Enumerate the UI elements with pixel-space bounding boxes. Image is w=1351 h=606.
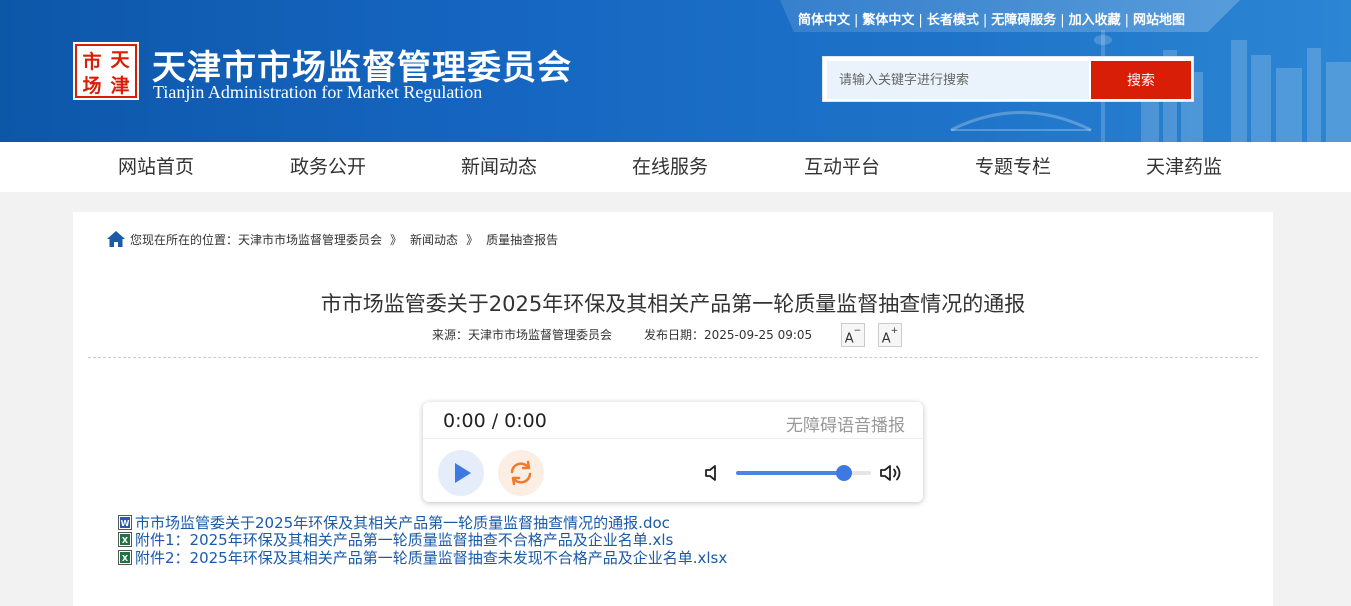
site-logo-seal[interactable]: 市 天 场 津 xyxy=(73,42,139,100)
nav-interaction[interactable]: 互动平台 xyxy=(804,142,880,192)
top-link-elder-mode[interactable]: 长者模式 xyxy=(927,13,979,28)
loop-button[interactable] xyxy=(498,450,544,496)
nav-home[interactable]: 网站首页 xyxy=(118,142,194,192)
word-file-icon: W xyxy=(118,515,132,530)
article-source: 来源：天津市市场监督管理委员会 xyxy=(432,328,613,342)
nav-gov-affairs[interactable]: 政务公开 xyxy=(290,142,366,192)
player-time: 0:00 / 0:00 xyxy=(443,410,547,432)
home-icon[interactable] xyxy=(106,230,126,248)
font-smaller-button[interactable]: A− xyxy=(841,323,865,347)
svg-text:津: 津 xyxy=(110,74,129,97)
search-box: 搜索 xyxy=(822,56,1194,102)
svg-text:X: X xyxy=(122,554,129,563)
player-label: 无障碍语音播报 xyxy=(786,416,905,436)
volume-high-icon[interactable] xyxy=(879,461,905,485)
top-link-simplified[interactable]: 简体中文 xyxy=(798,13,850,28)
svg-text:X: X xyxy=(122,536,129,545)
attachment-link-xlsx[interactable]: X 附件2：2025年环保及其相关产品第一轮质量监督抽查未发现不合格产品及企业名… xyxy=(118,547,727,568)
font-larger-button[interactable]: A+ xyxy=(878,323,902,347)
breadcrumb-item-news[interactable]: 新闻动态 xyxy=(410,231,458,248)
player-divider xyxy=(423,438,923,439)
article-date: 发布日期：2025-09-25 09:05 xyxy=(644,328,813,342)
breadcrumb-item-home[interactable]: 天津市市场监督管理委员会 xyxy=(238,231,382,248)
divider xyxy=(88,357,1258,358)
volume-fill xyxy=(736,471,844,475)
breadcrumb-separator: 》 xyxy=(390,232,403,247)
svg-text:天: 天 xyxy=(110,49,130,71)
play-icon xyxy=(455,463,471,483)
attachment-label: 附件2：2025年环保及其相关产品第一轮质量监督抽查未发现不合格产品及企业名单.… xyxy=(135,549,728,567)
top-link-traditional[interactable]: 繁体中文 xyxy=(862,13,914,28)
article-title: 市市场监管委关于2025年环保及其相关产品第一轮质量监督抽查情况的通报 xyxy=(320,292,1026,316)
breadcrumb-separator: 》 xyxy=(466,232,479,247)
svg-text:市: 市 xyxy=(82,50,101,73)
top-link-accessibility[interactable]: 无障碍服务 xyxy=(991,13,1056,28)
breadcrumb-item-quality-report[interactable]: 质量抽查报告 xyxy=(486,231,558,248)
search-input[interactable] xyxy=(827,61,1089,99)
volume-knob[interactable] xyxy=(836,465,852,481)
excel-file-icon: X xyxy=(118,532,132,547)
volume-slider[interactable] xyxy=(736,465,871,481)
top-link-sitemap[interactable]: 网站地图 xyxy=(1133,13,1185,28)
site-subtitle: Tianjin Administration for Market Regula… xyxy=(153,82,483,102)
volume-low-icon[interactable] xyxy=(703,462,725,484)
play-button[interactable] xyxy=(438,450,484,496)
nav-drug-regulation[interactable]: 天津药监 xyxy=(1146,142,1222,192)
excel-file-icon: X xyxy=(118,550,132,565)
nav-special-topics[interactable]: 专题专栏 xyxy=(975,142,1051,192)
top-link-favorite[interactable]: 加入收藏 xyxy=(1069,13,1121,28)
audio-player: 0:00 / 0:00 无障碍语音播报 xyxy=(423,402,923,502)
article-container: 您现在所在的位置： 天津市市场监督管理委员会 》 新闻动态 》 质量抽查报告 市… xyxy=(73,212,1273,606)
main-nav: 网站首页 政务公开 新闻动态 在线服务 互动平台 专题专栏 天津药监 xyxy=(0,142,1351,192)
top-links: 简体中文 | 繁体中文 | 长者模式 | 无障碍服务 | 加入收藏 | 网站地图 xyxy=(798,13,1186,28)
breadcrumb: 您现在所在的位置： 天津市市场监督管理委员会 》 新闻动态 》 质量抽查报告 xyxy=(106,228,558,250)
breadcrumb-prefix: 您现在所在的位置： xyxy=(130,232,239,247)
svg-text:场: 场 xyxy=(82,75,101,97)
nav-online-services[interactable]: 在线服务 xyxy=(632,142,708,192)
svg-text:W: W xyxy=(121,519,130,528)
loop-icon xyxy=(510,460,532,486)
nav-news[interactable]: 新闻动态 xyxy=(461,142,537,192)
article-meta: 来源：天津市市场监督管理委员会 发布日期：2025-09-25 09:05 xyxy=(432,326,812,343)
search-button[interactable]: 搜索 xyxy=(1091,61,1191,99)
